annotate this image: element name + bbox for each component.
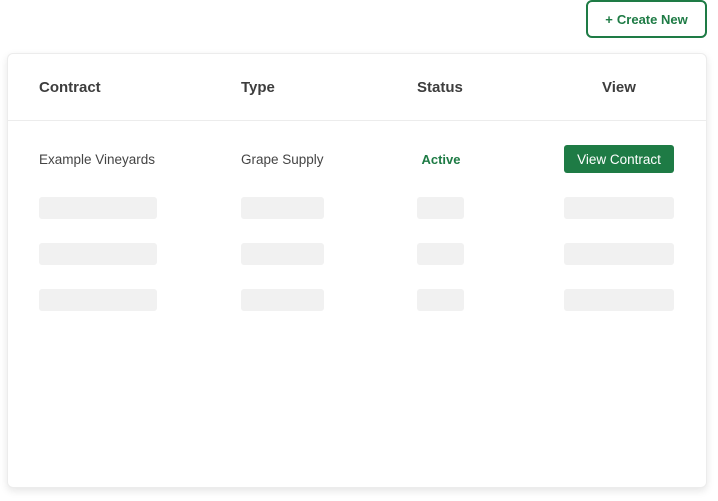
- contracts-table-card: Contract Type Status View Example Vineya…: [7, 53, 707, 488]
- skeleton-contract: [39, 197, 157, 219]
- skeleton-type: [241, 197, 324, 219]
- skeleton-contract: [39, 243, 157, 265]
- status-badge: Active: [421, 151, 461, 167]
- cell-contract: Example Vineyards: [39, 151, 156, 167]
- plus-icon: +: [605, 11, 613, 27]
- cell-type: Grape Supply: [241, 151, 324, 167]
- column-header-view: View: [602, 79, 636, 96]
- skeleton-type: [241, 289, 324, 311]
- skeleton-row: [8, 289, 706, 317]
- skeleton-row: [8, 197, 706, 225]
- skeleton-type: [241, 243, 324, 265]
- skeleton-row: [8, 243, 706, 271]
- create-new-label: Create New: [616, 11, 688, 27]
- skeleton-status: [417, 289, 464, 311]
- skeleton-status: [417, 197, 464, 219]
- skeleton-contract: [39, 289, 157, 311]
- skeleton-view: [564, 289, 674, 311]
- column-header-type: Type: [241, 79, 275, 96]
- view-contract-button[interactable]: View Contract: [564, 145, 674, 173]
- table-row: Example Vineyards Grape Supply Active Vi…: [8, 145, 706, 173]
- create-new-button[interactable]: + Create New: [586, 0, 707, 38]
- column-header-status: Status: [417, 79, 463, 96]
- skeleton-view: [564, 197, 674, 219]
- contracts-page: + Create New Contract Type Status View E…: [0, 0, 718, 501]
- table-header: Contract Type Status View: [8, 54, 706, 121]
- skeleton-status: [417, 243, 464, 265]
- skeleton-view: [564, 243, 674, 265]
- column-header-contract: Contract: [39, 79, 101, 96]
